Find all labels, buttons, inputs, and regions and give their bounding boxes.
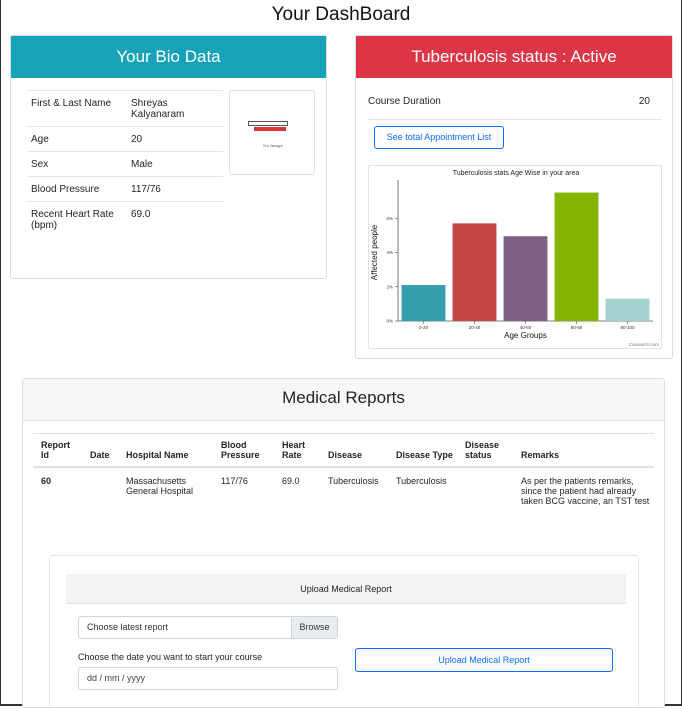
col-remarks: Remarks [513, 433, 654, 468]
chart-bar [503, 236, 548, 321]
chart-bar [554, 192, 599, 321]
date-cell [82, 467, 118, 512]
disease-cell: Tuberculosis [328, 476, 379, 486]
report-id-cell: 60 [41, 476, 52, 486]
bio-value: 69.0 [127, 201, 223, 237]
heart-rate-cell: 69.0 [282, 476, 300, 486]
chart-title: Tuberculosis stats Age Wise in your area [453, 170, 580, 177]
hospital-cell: Massachusetts General Hospital [126, 476, 194, 496]
course-duration-label: Course Duration [368, 96, 441, 107]
bio-table: First & Last Name Shreyas Kalyanaram Age 2… [27, 90, 223, 237]
no-image-caption: No Image [263, 143, 283, 148]
col-hospital-name: Hospital Name [118, 433, 213, 468]
no-image-icon [248, 121, 288, 135]
bio-value: Shreyas Kalyanaram [127, 90, 223, 127]
bio-label: Age [27, 126, 127, 152]
report-file-input[interactable]: Choose latest report Browse [78, 616, 338, 639]
disease-type-cell: Tuberculosis [396, 476, 447, 486]
bio-label: Blood Pressure [27, 176, 127, 202]
reports-table: Report Id Date Hospital Name Blood Press… [33, 433, 654, 512]
bio-card-title: Your Bio Data [11, 36, 326, 78]
x-tick-label: 0-20 [419, 325, 429, 330]
col-disease-status: Disease status [457, 433, 513, 468]
x-tick-label: 80-100 [620, 325, 635, 330]
table-row: 60 Massachusetts General Hospital 117/76… [33, 467, 654, 512]
col-disease-type: Disease Type [388, 433, 457, 468]
chart-bar [401, 285, 446, 321]
x-tick-label: 20-40 [469, 325, 481, 330]
col-blood-pressure: Blood Pressure [213, 433, 274, 468]
age-stats-chart: Tuberculosis stats Age Wise in your area… [368, 165, 662, 349]
appointment-list-button[interactable]: See total Appointment List [374, 126, 504, 149]
course-duration-value: 20 [638, 96, 650, 107]
tb-status-card: Tuberculosis status : Active Course Dura… [355, 35, 673, 359]
blood-pressure-cell: 117/76 [221, 476, 248, 486]
bio-value: 117/76 [127, 176, 223, 202]
course-duration-row: Course Duration 20 [368, 96, 662, 120]
bio-row: Sex Male [27, 151, 223, 177]
chart-credit: CanvasJS.com [629, 342, 660, 347]
bio-row: Recent Heart Rate (bpm) 69.0 [27, 201, 223, 237]
remarks-cell: As per the patients remarks, since the p… [521, 476, 650, 506]
age-stats-chart-svg: Tuberculosis stats Age Wise in your area… [370, 170, 660, 347]
course-date-input[interactable]: dd / mm / yyyy [78, 667, 338, 690]
upload-report-panel: Upload Medical Report Choose latest repo… [49, 555, 639, 709]
bio-value: 20 [127, 126, 223, 152]
bio-row: Blood Pressure 117/76 [27, 176, 223, 202]
y-tick-label: 4% [386, 250, 393, 255]
bio-label: First & Last Name [27, 90, 127, 127]
bio-label: Sex [27, 151, 127, 177]
medical-reports-card: Medical Reports Report Id Date Hospital … [22, 378, 665, 709]
upload-report-title: Upload Medical Report [66, 574, 626, 604]
y-tick-label: 0% [386, 319, 393, 324]
bio-row: Age 20 [27, 126, 223, 152]
x-tick-label: 40-60 [520, 325, 532, 330]
y-tick-label: 6% [386, 216, 393, 221]
x-tick-label: 60-80 [571, 325, 583, 330]
chart-bar [452, 223, 497, 321]
bio-row: First & Last Name Shreyas Kalyanaram [27, 90, 223, 127]
bio-value: Male [127, 151, 223, 177]
y-axis-label: Affected people [370, 224, 379, 280]
page-title: Your DashBoard [271, 4, 411, 25]
browse-button[interactable]: Browse [291, 617, 337, 638]
y-tick-label: 2% [386, 284, 393, 289]
profile-photo-placeholder: No Image [229, 90, 315, 175]
col-report-id: Report Id [33, 433, 82, 468]
reports-header-row: Report Id Date Hospital Name Blood Press… [33, 433, 654, 468]
medical-reports-title: Medical Reports [23, 379, 664, 421]
col-disease: Disease [320, 433, 388, 468]
course-date-label: Choose the date you want to start your c… [78, 652, 263, 662]
file-input-placeholder: Choose latest report [87, 622, 169, 632]
upload-report-button[interactable]: Upload Medical Report [355, 648, 613, 672]
col-date: Date [82, 433, 118, 468]
chart-bar [605, 298, 650, 321]
bio-card: Your Bio Data First & Last Name Shreyas K… [10, 35, 327, 279]
bio-label: Recent Heart Rate (bpm) [27, 201, 127, 237]
disease-status-cell [457, 467, 513, 512]
x-axis-label: Age Groups [504, 331, 547, 340]
tb-status-title: Tuberculosis status : Active [356, 36, 672, 78]
col-heart-rate: Heart Rate [274, 433, 320, 468]
